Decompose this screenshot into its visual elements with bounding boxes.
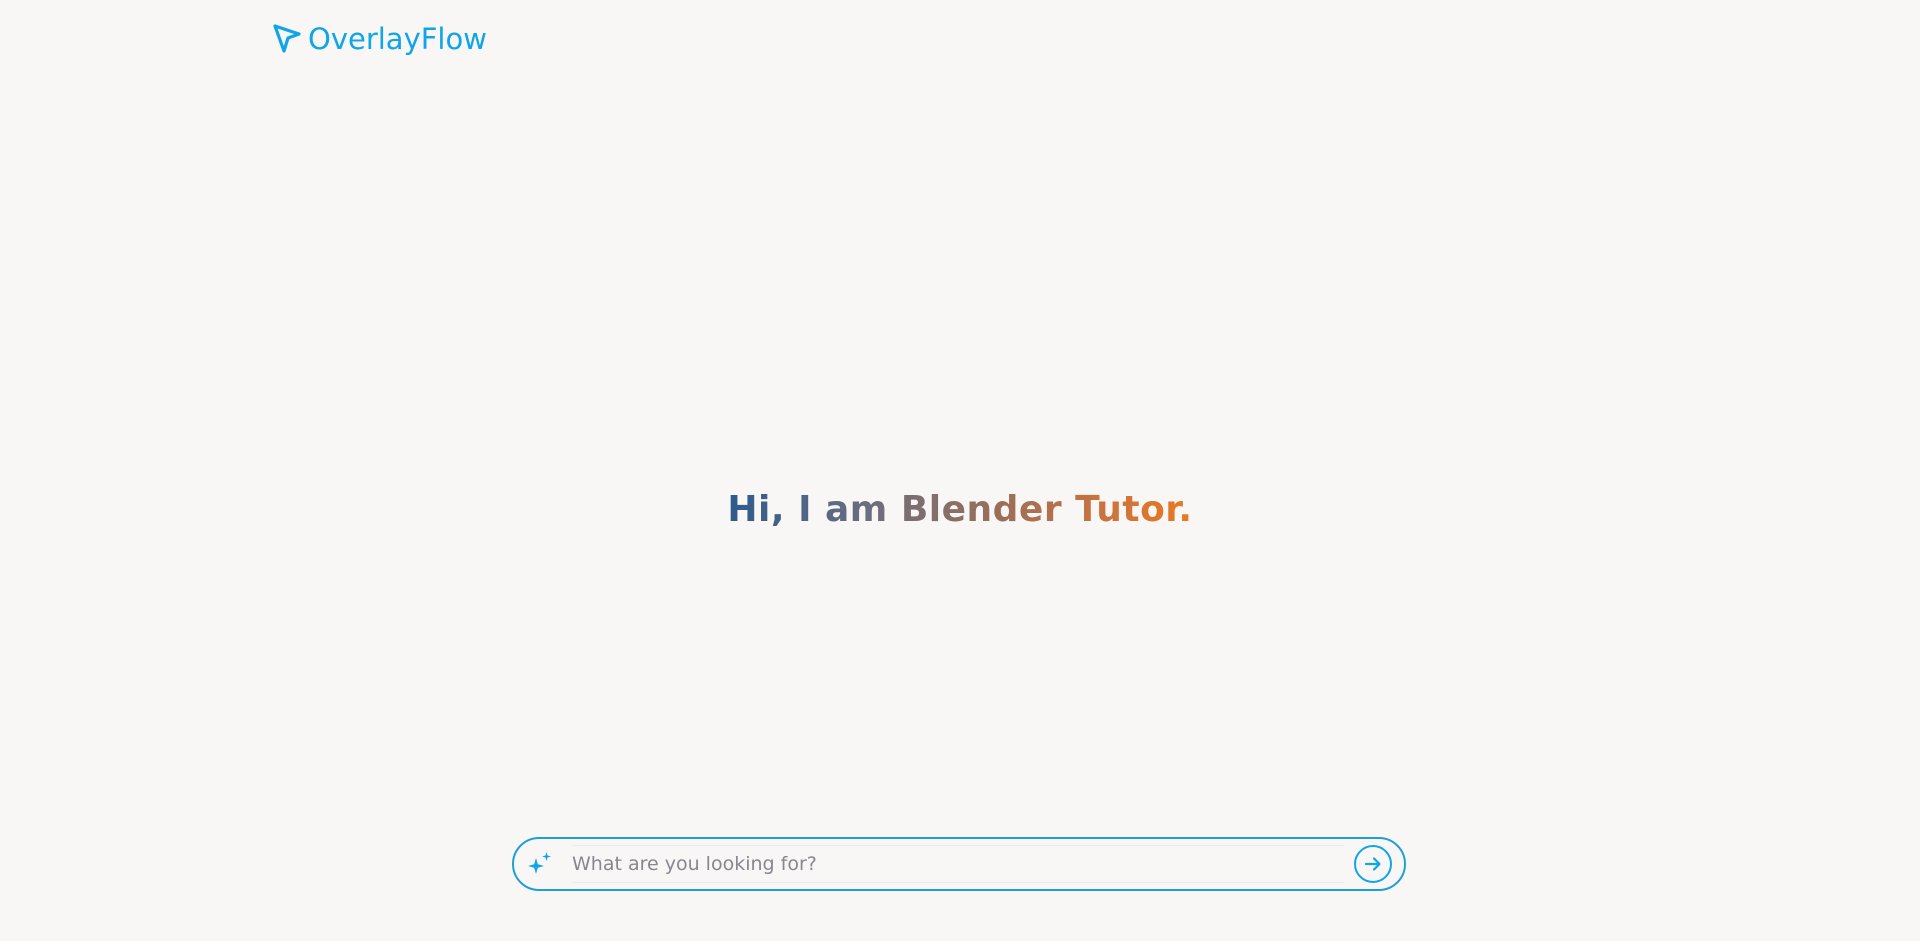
hero-heading: Hi, I am Blender Tutor. xyxy=(0,486,1920,534)
arrow-right-icon xyxy=(1364,857,1381,871)
brand-logo[interactable]: OverlayFlow xyxy=(272,22,487,56)
brand-name: OverlayFlow xyxy=(308,22,487,56)
submit-button[interactable] xyxy=(1354,845,1392,883)
hero-text: Hi, I am Blender Tutor. xyxy=(727,489,1193,530)
page: OverlayFlow Hi, I am Blender Tutor. xyxy=(0,0,1920,941)
sparkles-icon xyxy=(528,852,551,874)
cursor-arrow-icon xyxy=(273,24,301,53)
search-bar xyxy=(512,837,1406,891)
search-input[interactable] xyxy=(572,845,1344,883)
